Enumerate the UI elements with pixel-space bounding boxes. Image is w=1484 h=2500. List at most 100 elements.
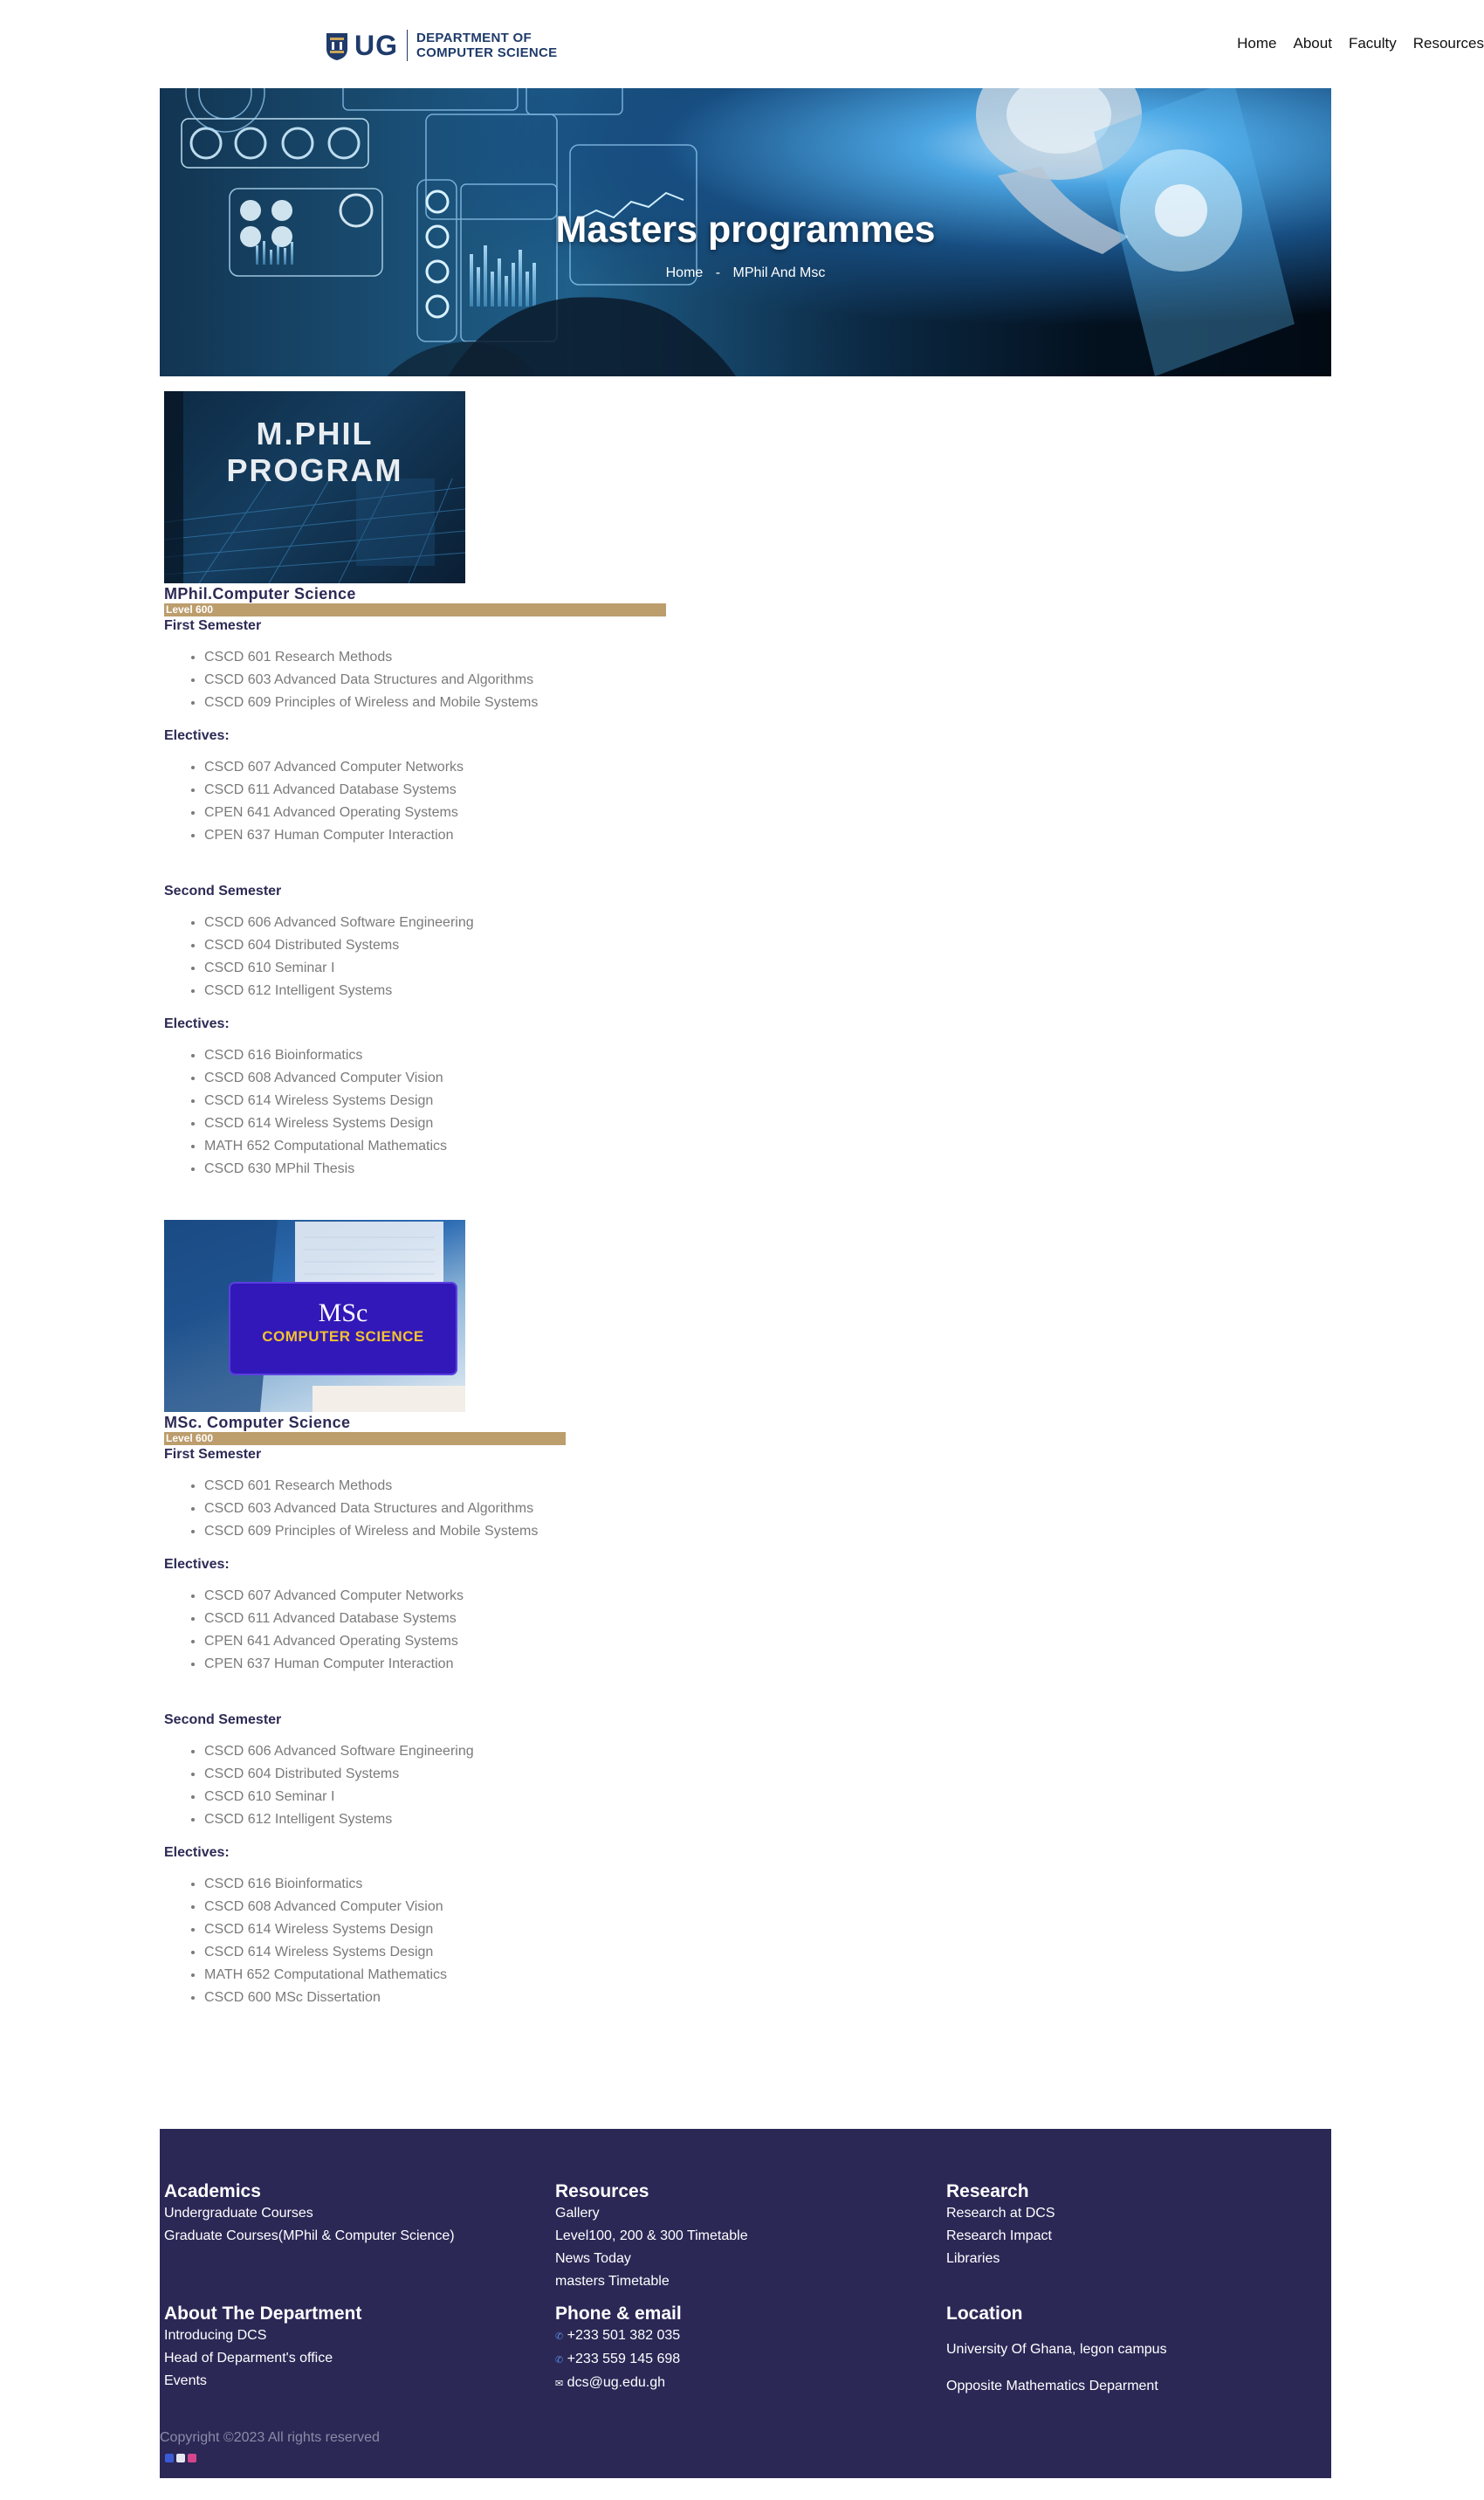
list-item: CSCD 600 MSc Dissertation (204, 1987, 566, 2009)
footer-link-undergraduate[interactable]: Undergraduate Courses (164, 2202, 455, 2225)
main-nav: Home About Faculty Resources (1220, 35, 1484, 52)
list-item: CSCD 601 Research Methods (204, 646, 666, 669)
list-item: CSCD 604 Distributed Systems (204, 934, 666, 957)
footer-location-line2: Opposite Mathematics Deparment (946, 2379, 1158, 2393)
social-links (165, 2454, 199, 2462)
mphil-program-image: M.PHIL PROGRAM (164, 391, 465, 583)
msc-level-badge: Level 600 (164, 1432, 566, 1445)
msc-image-line1: MSc (318, 1298, 368, 1327)
list-item: CSCD 609 Principles of Wireless and Mobi… (204, 692, 666, 714)
facebook-icon[interactable] (165, 2454, 174, 2462)
ug-crest-icon (326, 33, 347, 60)
mphil-level-badge: Level 600 (164, 603, 666, 616)
msc-program-section: MSc COMPUTER SCIENCE MSc. Computer Scien… (164, 1220, 566, 2009)
msc-image-text: MSc COMPUTER SCIENCE (230, 1298, 457, 1346)
breadcrumb-current: MPhil And Msc (732, 265, 826, 280)
site-footer: Academics Undergraduate Courses Graduate… (160, 2129, 1331, 2478)
list-item: CSCD 616 Bioinformatics (204, 1044, 666, 1067)
footer-link-introducing[interactable]: Introducing DCS (164, 2324, 361, 2347)
phone-1-text: +233 501 382 035 (567, 2328, 681, 2343)
footer-location-line1: University Of Ghana, legon campus (946, 2342, 1167, 2357)
mphil-second-electives-list: CSCD 616 Bioinformatics CSCD 608 Advance… (164, 1044, 666, 1181)
list-item: CSCD 603 Advanced Data Structures and Al… (204, 669, 666, 692)
list-item: CSCD 616 Bioinformatics (204, 1873, 566, 1896)
footer-link-gallery[interactable]: Gallery (555, 2202, 748, 2225)
list-item: CSCD 611 Advanced Database Systems (204, 1608, 566, 1630)
footer-link-events[interactable]: Events (164, 2370, 361, 2393)
footer-phone-1[interactable]: ✆ +233 501 382 035 (555, 2324, 682, 2348)
mphil-second-semester-list: CSCD 606 Advanced Software Engineering C… (164, 912, 666, 1002)
list-item: CSCD 612 Intelligent Systems (204, 1808, 566, 1831)
nav-resources[interactable]: Resources (1413, 35, 1484, 52)
nav-home[interactable]: Home (1237, 35, 1276, 52)
breadcrumb-home[interactable]: Home (666, 265, 704, 280)
msc-first-electives-list: CSCD 607 Advanced Computer Networks CSCD… (164, 1585, 566, 1676)
footer-phone-2[interactable]: ✆ +233 559 145 698 (555, 2348, 682, 2372)
footer-link-news[interactable]: News Today (555, 2248, 748, 2270)
phone-icon: ✆ (555, 2331, 564, 2342)
list-item: CSCD 610 Seminar I (204, 957, 666, 980)
nav-about[interactable]: About (1294, 35, 1332, 52)
site-header: UG DEPARTMENT OF COMPUTER SCIENCE Home A… (0, 0, 1484, 87)
footer-email[interactable]: ✉ dcs@ug.edu.gh (555, 2372, 682, 2395)
msc-first-semester-list: CSCD 601 Research Methods CSCD 603 Advan… (164, 1475, 566, 1543)
footer-link-research-impact[interactable]: Research Impact (946, 2225, 1055, 2248)
list-item: CSCD 606 Advanced Software Engineering (204, 1740, 566, 1763)
footer-academics: Academics Undergraduate Courses Graduate… (164, 2181, 455, 2248)
footer-contact: Phone & email ✆ +233 501 382 035 ✆ +233 … (555, 2304, 682, 2395)
phone-2-text: +233 559 145 698 (567, 2352, 681, 2366)
footer-link-head-office[interactable]: Head of Deparment's office (164, 2347, 361, 2370)
footer-resources: Resources Gallery Level100, 200 & 300 Ti… (555, 2181, 748, 2293)
msc-second-electives-heading: Electives: (164, 1845, 230, 1860)
msc-image-line2: COMPUTER SCIENCE (262, 1328, 424, 1345)
list-item: CSCD 609 Principles of Wireless and Mobi… (204, 1520, 566, 1543)
msc-program-image: MSc COMPUTER SCIENCE (164, 1220, 465, 1412)
list-item: CSCD 607 Advanced Computer Networks (204, 1585, 566, 1608)
msc-program-title: MSc. Computer Science (164, 1414, 351, 1431)
list-item: CSCD 601 Research Methods (204, 1475, 566, 1498)
list-item: CSCD 614 Wireless Systems Design (204, 1918, 566, 1941)
breadcrumb-separator: - (715, 265, 721, 280)
twitter-icon[interactable] (176, 2454, 185, 2462)
msc-second-semester-list: CSCD 606 Advanced Software Engineering C… (164, 1740, 566, 1831)
phone-icon: ✆ (555, 2355, 564, 2366)
msc-first-semester-heading: First Semester (164, 1447, 262, 1462)
list-item: CSCD 604 Distributed Systems (204, 1763, 566, 1786)
msc-second-semester-heading: Second Semester (164, 1712, 282, 1727)
breadcrumb: Home - MPhil And Msc (160, 265, 1331, 281)
footer-link-libraries[interactable]: Libraries (946, 2248, 1055, 2270)
list-item: CSCD 611 Advanced Database Systems (204, 779, 666, 802)
site-logo[interactable]: UG DEPARTMENT OF COMPUTER SCIENCE (325, 26, 557, 65)
mphil-image-text: M.PHIL PROGRAM (164, 416, 465, 489)
footer-link-graduate[interactable]: Graduate Courses(MPhil & Computer Scienc… (164, 2225, 455, 2248)
list-item: MATH 652 Computational Mathematics (204, 1964, 566, 1987)
logo-line-2: COMPUTER SCIENCE (416, 45, 558, 60)
footer-research: Research Research at DCS Research Impact… (946, 2181, 1055, 2270)
list-item: CSCD 614 Wireless Systems Design (204, 1090, 666, 1112)
mphil-program-section: M.PHIL PROGRAM MPhil.Computer Science Le… (164, 391, 666, 1181)
list-item: CSCD 614 Wireless Systems Design (204, 1112, 666, 1135)
footer-link-timetable[interactable]: Level100, 200 & 300 Timetable (555, 2225, 748, 2248)
list-item: CPEN 637 Human Computer Interaction (204, 824, 666, 847)
footer-location: Location University Of Ghana, legon camp… (946, 2304, 1167, 2398)
nav-faculty[interactable]: Faculty (1349, 35, 1397, 52)
footer-academics-heading: Academics (164, 2181, 261, 2201)
instagram-icon[interactable] (188, 2454, 196, 2462)
hero-banner: Masters programmes Home - MPhil And Msc (160, 88, 1331, 376)
footer-location-heading: Location (946, 2304, 1023, 2324)
list-item: CSCD 630 MPhil Thesis (204, 1158, 666, 1181)
mphil-second-semester-heading: Second Semester (164, 884, 282, 899)
mphil-first-semester-list: CSCD 601 Research Methods CSCD 603 Advan… (164, 646, 666, 714)
list-item: CSCD 610 Seminar I (204, 1786, 566, 1808)
list-item: MATH 652 Computational Mathematics (204, 1135, 666, 1158)
footer-link-masters-timetable[interactable]: masters Timetable (555, 2270, 748, 2293)
footer-link-research-dcs[interactable]: Research at DCS (946, 2202, 1055, 2225)
list-item: CSCD 614 Wireless Systems Design (204, 1941, 566, 1964)
page-title: Masters programmes (555, 209, 936, 251)
list-item: CSCD 612 Intelligent Systems (204, 980, 666, 1002)
msc-first-electives-heading: Electives: (164, 1557, 230, 1572)
mphil-program-title: MPhil.Computer Science (164, 585, 356, 603)
list-item: CPEN 637 Human Computer Interaction (204, 1653, 566, 1676)
footer-contact-heading: Phone & email (555, 2304, 682, 2324)
mphil-second-electives-heading: Electives: (164, 1016, 230, 1031)
